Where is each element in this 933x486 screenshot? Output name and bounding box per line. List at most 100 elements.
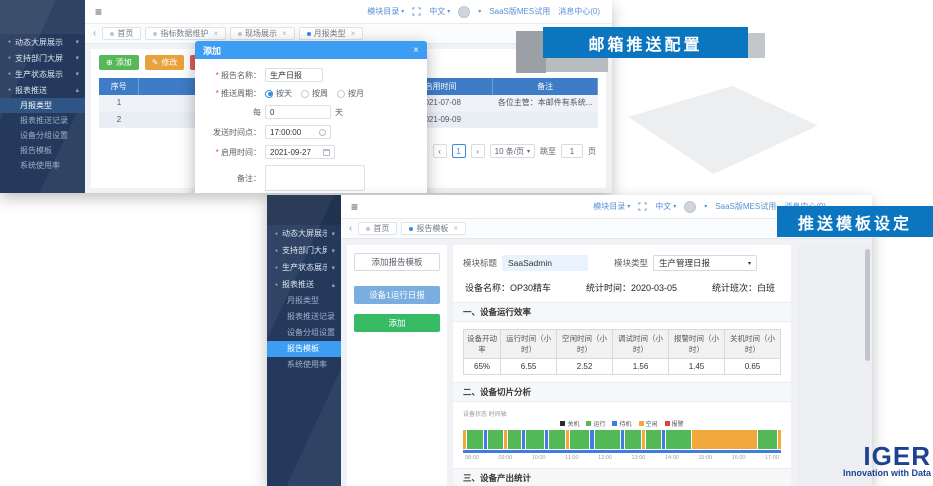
timeline-status-bar	[463, 430, 781, 449]
sidebar-subitem[interactable]: 报表推送记录	[267, 309, 341, 325]
fullscreen-icon[interactable]	[638, 202, 647, 211]
sidebar-group-label: 动态大屏展示	[282, 229, 328, 238]
sidebar-subitem[interactable]: 设备分组设置	[267, 325, 341, 341]
close-icon[interactable]: ×	[282, 29, 287, 38]
report-preview-card: 模块标题 SaaSadmin 模块类型 生产管理日报 ▾ 设备名称：OP30精车 …	[453, 245, 791, 486]
interval-input[interactable]: 0	[265, 105, 331, 119]
module-type-select[interactable]: 生产管理日报 ▾	[653, 255, 758, 271]
chevron-down-icon: ▾	[673, 204, 677, 210]
sidebar-group-label: 动态大屏展示	[15, 37, 64, 47]
close-icon[interactable]: ×	[453, 224, 458, 233]
sidebar-group-label: 支持部门大屏	[15, 53, 64, 63]
bullet-icon: ●	[275, 264, 279, 271]
sidebar-subitem[interactable]: 报表推送记录	[0, 113, 85, 128]
table-cell: 2.52	[556, 358, 614, 375]
add-button[interactable]: ⊕ 添加	[99, 55, 139, 70]
legend-item: 关机	[560, 419, 579, 428]
column-header: 报警时间（小时）	[668, 329, 725, 359]
tab-item[interactable]: 首页	[358, 222, 398, 235]
report-name-label: 报告名称：	[197, 70, 261, 81]
module-title-label: 模块标题	[463, 258, 498, 268]
efficiency-table: 设备开动率 运行时间（小时） 空闲时间（小时） 调试时间（小时） 报警时间（小时） 关机时…	[462, 329, 782, 375]
module-title-input[interactable]: SaaSadmin	[502, 255, 589, 271]
main-content: ≡ 模块目录▾ 中文▾ ▾ SaaS版MES试用 消息中心(0) ‹ 首页报告模…	[341, 195, 872, 486]
radio-option[interactable]: 按周	[301, 88, 328, 99]
sidebar-group-item[interactable]: ● 报表推送 ▴	[0, 82, 85, 98]
tab-item[interactable]: 月报类型 ×	[298, 27, 364, 40]
sidebar-group-item[interactable]: ● 支持部门大屏 ▾	[267, 242, 341, 259]
sidebar-group-item[interactable]: ● 动态大屏展示 ▾	[267, 225, 341, 242]
language-menu[interactable]: 中文 ▾	[429, 6, 450, 17]
window-email-push-config: ● 动态大屏展示 ▾ ● 支持部门大屏 ▾ ● 生产状态展示 ▾ ● 报表推送 ▴ 月报类型 报表推送记录…	[0, 0, 612, 193]
sidebar-group-item[interactable]: ● 生产状态展示 ▾	[0, 66, 85, 82]
radio-option[interactable]: 按月	[337, 88, 364, 99]
sidebar-subitem[interactable]: 设备分组设置	[0, 128, 85, 143]
account-name[interactable]: SaaS版MES试用	[489, 6, 550, 17]
tab-item[interactable]: 现场展示 ×	[230, 27, 295, 40]
start-date-input[interactable]: 2021-09-27	[265, 145, 335, 159]
account-name[interactable]: SaaS版MES试用	[715, 201, 776, 212]
status-segment	[625, 430, 641, 449]
legend-label: 关机	[567, 422, 580, 428]
sidebar-group-label: 生产状态展示	[15, 69, 64, 79]
chevron-left-icon[interactable]: ‹	[349, 223, 352, 234]
prev-page-button[interactable]: ‹	[432, 144, 447, 158]
radio-icon	[301, 89, 309, 98]
scrollbar[interactable]	[865, 249, 870, 361]
module-directory-menu[interactable]: 模块目录 ▾	[593, 201, 630, 212]
hamburger-icon[interactable]: ≡	[351, 201, 358, 213]
sidebar-group-item[interactable]: ● 动态大屏展示 ▾	[0, 34, 85, 50]
module-directory-menu[interactable]: 模块目录 ▾	[367, 6, 404, 17]
sidebar-subitem[interactable]: 月报类型	[0, 98, 85, 113]
radio-option[interactable]: 按天	[265, 88, 292, 99]
template-item-button[interactable]: 设备1运行日报	[354, 286, 440, 304]
avatar[interactable]	[684, 200, 697, 213]
tab-item[interactable]: 首页	[102, 27, 142, 40]
page-size-select[interactable]: 10 条/页 ▾	[489, 144, 535, 158]
tab-item[interactable]: 指标数据维护 ×	[145, 27, 227, 40]
report-name-input[interactable]: 生产日报	[265, 68, 323, 82]
sidebar-subitem[interactable]: 报告模板	[0, 143, 85, 158]
language-menu[interactable]: 中文 ▾	[655, 201, 676, 212]
status-segment	[565, 430, 570, 449]
tab-item[interactable]: 报告模板 ×	[401, 222, 467, 235]
language-label: 中文	[429, 7, 446, 16]
status-segment	[483, 430, 487, 449]
tabs: 首页 指标数据维护 × 现场展示 × 月报类型 ×	[102, 27, 364, 40]
status-segment	[525, 430, 545, 449]
close-icon[interactable]: ×	[213, 29, 218, 38]
status-segment	[521, 430, 525, 449]
hamburger-icon[interactable]: ≡	[95, 6, 102, 18]
chart-legend: 关机 运行 待机 空闲 报警	[463, 419, 781, 428]
next-page-button[interactable]: ›	[470, 144, 485, 158]
message-center-link[interactable]: 消息中心(0)	[558, 6, 600, 17]
fullscreen-icon[interactable]	[412, 7, 421, 16]
sidebar-group-item[interactable]: ● 报表推送 ▴	[267, 276, 341, 293]
sidebar-subitem[interactable]: 月报类型	[267, 293, 341, 309]
sidebar-group-item[interactable]: ● 支持部门大屏 ▾	[0, 50, 85, 66]
bullet-icon: ●	[8, 71, 12, 77]
close-icon[interactable]: ×	[413, 45, 419, 56]
page-number-button[interactable]: 1	[451, 144, 466, 158]
sidebar-subitem[interactable]: 系统使用率	[267, 357, 341, 373]
sidebar-subitem[interactable]: 系统使用率	[0, 158, 85, 173]
sidebar-subitem[interactable]: 报告模板	[267, 341, 341, 357]
topbar-right-cluster: 模块目录▾ 中文▾ ▾ SaaS版MES试用 消息中心(0)	[367, 5, 600, 18]
device-slice-chart: 设备状态 时间轴 关机 运行 待机 空闲 报警 08:00 09:00 10:00 11:00…	[463, 409, 781, 461]
sidebar-group-item[interactable]: ● 生产状态展示 ▾	[267, 259, 341, 276]
avatar[interactable]	[458, 5, 471, 18]
template-panel: 添加报告模板 设备1运行日报 添加	[347, 245, 447, 486]
table-row[interactable]: 65% 6.55 2.52 1.56 1.45 0.65	[462, 358, 782, 375]
jump-page-input[interactable]: 1	[561, 144, 583, 158]
add-report-template-button[interactable]: 添加报告模板	[354, 253, 440, 271]
add-button[interactable]: 添加	[354, 314, 440, 332]
close-icon[interactable]: ×	[351, 29, 356, 38]
bullet-icon: ●	[8, 39, 12, 45]
send-time-input[interactable]: 17:00:00	[265, 125, 331, 139]
bullet-icon: ●	[275, 230, 279, 237]
edit-button[interactable]: ✎ 修改	[144, 55, 185, 70]
chevron-left-icon[interactable]: ‹	[93, 28, 96, 39]
remark-label: 备注：	[237, 173, 261, 183]
remark-textarea[interactable]	[265, 165, 365, 191]
topbar: ≡ 模块目录▾ 中文▾ ▾ SaaS版MES试用 消息中心(0)	[85, 0, 612, 24]
